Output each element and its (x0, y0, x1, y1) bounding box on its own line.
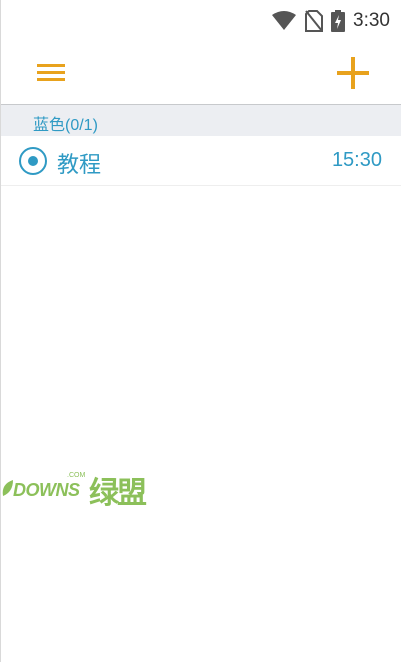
status-time: 3:30 (353, 10, 390, 31)
watermark-chinese: 绿盟 (89, 476, 147, 511)
toolbar (1, 42, 401, 104)
hamburger-menu-icon[interactable] (37, 60, 67, 86)
no-sim-icon (305, 10, 324, 32)
item-time: 15:30 (331, 149, 382, 171)
watermark-logo: DOWNS .COM 绿盟 (1, 466, 171, 511)
radio-button-icon[interactable] (18, 146, 48, 176)
group-header[interactable]: 蓝色(0/1) (1, 104, 401, 136)
group-label: 蓝色(0/1) (33, 117, 98, 134)
watermark-suffix: .COM (67, 472, 86, 479)
status-bar: 3:30 (1, 0, 401, 42)
wifi-icon (271, 11, 297, 31)
plus-icon[interactable] (335, 55, 371, 91)
list-item[interactable]: 教程 15:30 (1, 136, 401, 186)
watermark-brand: DOWNS (13, 480, 80, 500)
battery-charging-icon (331, 10, 346, 32)
status-icons: 3:30 (271, 9, 390, 33)
item-title: 教程 (57, 152, 102, 177)
